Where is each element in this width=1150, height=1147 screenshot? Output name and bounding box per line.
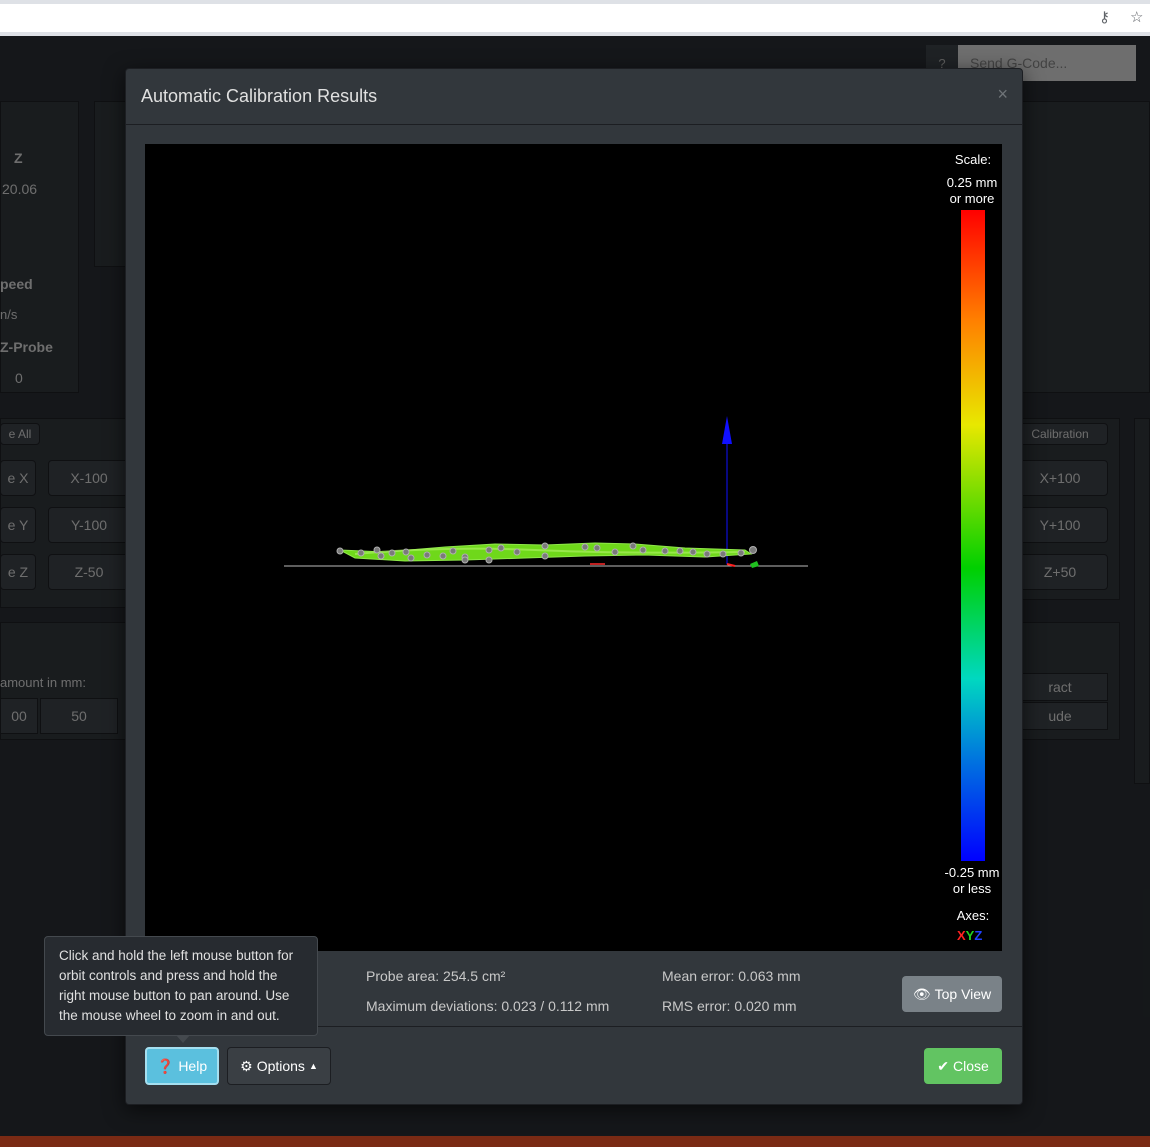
modal-title: Automatic Calibration Results <box>141 86 378 106</box>
gear-icon: ⚙ <box>240 1057 253 1074</box>
close-button[interactable]: ✔ Close <box>924 1048 1002 1084</box>
options-label: Options <box>256 1058 305 1074</box>
calibration-3d-viewer[interactable]: Scale: 0.25 mm or more -0.25 mm or less … <box>145 144 1002 951</box>
caret-up-icon: ▲ <box>308 1061 318 1071</box>
mean-error: Mean error: 0.063 mm <box>662 968 801 984</box>
modal-header: Automatic Calibration Results × <box>126 69 1022 125</box>
help-label: Help <box>178 1058 208 1074</box>
eye-icon: 👁 <box>912 985 931 1002</box>
address-bar[interactable] <box>0 4 1150 32</box>
axis-z-letter: Z <box>974 928 983 943</box>
axes-legend: XYZ <box>957 928 982 943</box>
options-button[interactable]: ⚙ Options ▲ <box>227 1047 331 1085</box>
z-axis-arrowhead <box>722 416 732 444</box>
close-icon[interactable]: × <box>997 84 1008 105</box>
help-button[interactable]: ❓ Help <box>145 1047 219 1085</box>
scale-title: Scale: <box>954 152 992 167</box>
close-label: Close <box>952 1058 989 1074</box>
scale-bottom-label-2: or less <box>952 881 992 896</box>
help-tooltip: Click and hold the left mouse button for… <box>44 936 318 1036</box>
scale-top-label-1: 0.25 mm <box>946 175 998 190</box>
question-circle-icon: ❓ <box>156 1057 175 1074</box>
y-axis-marker <box>750 561 759 568</box>
axis-x-letter: X <box>957 928 966 943</box>
color-scale-bar <box>961 210 985 861</box>
scale-top-label-2: or more <box>949 191 995 206</box>
scale-bottom-label-1: -0.25 mm <box>944 865 1000 880</box>
rms-error: RMS error: 0.020 mm <box>662 998 797 1014</box>
key-icon[interactable]: ⚷ <box>1099 8 1110 26</box>
browser-toolbar: ⚷ ☆ <box>0 0 1150 36</box>
max-deviations: Maximum deviations: 0.023 / 0.112 mm <box>366 998 610 1014</box>
axes-label: Axes: <box>956 908 990 923</box>
bed-surface-plot[interactable] <box>145 144 1002 951</box>
star-icon[interactable]: ☆ <box>1130 8 1143 26</box>
top-view-button[interactable]: 👁 Top View <box>902 976 1002 1012</box>
top-view-label: Top View <box>934 986 992 1002</box>
check-icon: ✔ <box>937 1057 949 1074</box>
taskbar <box>0 1136 1150 1147</box>
probe-area: Probe area: 254.5 cm² <box>366 968 506 984</box>
tooltip-arrow <box>176 1035 190 1043</box>
